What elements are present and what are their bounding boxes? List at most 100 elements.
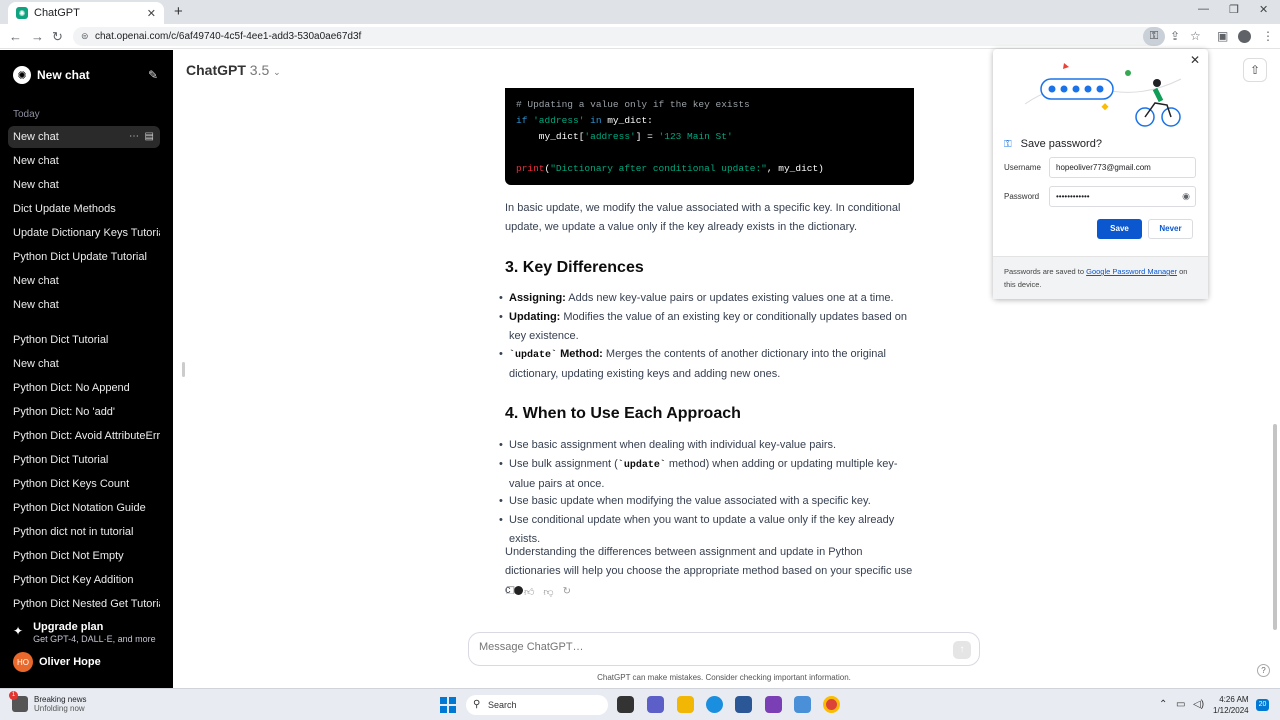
profile-avatar-icon[interactable]: [1238, 30, 1251, 43]
password-manager-link[interactable]: Google Password Manager: [1086, 267, 1177, 276]
sidebar-chat-item[interactable]: Python Dict: No 'add': [8, 401, 160, 423]
password-key-icon[interactable]: ⚿: [1143, 27, 1165, 46]
list-item: Use basic assignment when dealing with i…: [499, 436, 915, 455]
user-menu-button[interactable]: HO Oliver Hope: [13, 652, 101, 672]
search-icon: ⚲: [473, 699, 481, 710]
news-icon: 1: [9, 691, 28, 712]
sidebar-chat-item[interactable]: Python Dict Update Tutorial: [8, 246, 160, 268]
key-icon: ⚿: [1004, 138, 1012, 150]
reload-button[interactable]: ↻: [52, 29, 63, 45]
sidebar-chat-item[interactable]: Python Dict Nested Get Tutorial: [8, 593, 160, 615]
regenerate-icon[interactable]: ↻: [563, 586, 571, 598]
browser-tab[interactable]: ✺ ChatGPT ✕: [8, 2, 164, 24]
store-icon[interactable]: [735, 696, 752, 713]
send-button[interactable]: ↑: [953, 641, 971, 659]
username-field[interactable]: hopeoliver773@gmail.com: [1049, 157, 1196, 178]
sidebar-chat-item[interactable]: Python Dict Tutorial: [8, 449, 160, 471]
back-button[interactable]: ←: [9, 29, 22, 44]
sidebar-chat-item[interactable]: New chat: [8, 174, 160, 196]
sidebar-chat-item[interactable]: Python Dict Keys Count: [8, 473, 160, 495]
never-button[interactable]: Never: [1148, 219, 1193, 239]
sidebar-chat-item[interactable]: Python Dict Not Empty: [8, 545, 160, 567]
chevron-down-icon: ⌄: [273, 67, 281, 77]
sidebar-chat-item[interactable]: Python Dict Key Addition: [8, 569, 160, 591]
sidebar-chat-item[interactable]: Python Dict Notation Guide: [8, 497, 160, 519]
bookmark-star-icon[interactable]: ☆: [1190, 29, 1201, 43]
windows-start-icon[interactable]: [440, 697, 456, 713]
avatar: HO: [13, 652, 33, 672]
new-chat-button[interactable]: ✺ New chat ✎: [13, 65, 158, 85]
sidebar-chat-item[interactable]: Update Dictionary Keys Tutorial: [8, 222, 160, 244]
notification-badge[interactable]: 20: [1256, 699, 1269, 711]
sidebar-chat-item[interactable]: Python Dict: No Append: [8, 377, 160, 399]
url-field[interactable]: ⊜ chat.openai.com/c/6af49740-4c5f-4ee1-a…: [73, 27, 1163, 46]
chatgpt-favicon-icon: ✺: [16, 7, 28, 19]
message-input[interactable]: [479, 641, 939, 653]
response-paragraph: In basic update, we modify the value ass…: [505, 202, 901, 233]
chat-options-icon[interactable]: ⋯ ▤: [129, 126, 154, 148]
show-password-icon[interactable]: ◉: [1182, 187, 1190, 206]
news-widget[interactable]: 1 Breaking news Unfolding now: [9, 691, 86, 713]
sidebar-resize-handle[interactable]: [182, 362, 185, 377]
news-badge: 1: [9, 691, 18, 700]
taskbar-search[interactable]: ⚲ Search: [466, 695, 608, 715]
share-chat-icon[interactable]: ⇧: [1243, 58, 1267, 82]
sidebar-chat-item[interactable]: New chat: [8, 270, 160, 292]
password-field[interactable]: •••••••••••• ◉: [1049, 186, 1196, 207]
code-line: print("Dictionary after conditional upda…: [516, 163, 824, 174]
network-icon[interactable]: ▭: [1176, 699, 1185, 710]
file-explorer-icon[interactable]: [677, 696, 694, 713]
volume-icon[interactable]: ◁): [1193, 699, 1204, 710]
side-panel-icon[interactable]: ▣: [1217, 29, 1228, 43]
message-actions: ❐ 👍︎ 👎︎ ↻: [506, 586, 571, 598]
code-block: # Updating a value only if the key exist…: [505, 88, 914, 185]
sidebar-chat-item[interactable]: Python dict not in tutorial: [8, 521, 160, 543]
upgrade-plan-button[interactable]: ✦ Upgrade plan Get GPT-4, DALL·E, and mo…: [13, 621, 156, 644]
sidebar-chat-item[interactable]: New chat: [8, 353, 160, 375]
site-info-icon[interactable]: ⊜: [81, 27, 89, 46]
app-icon[interactable]: [765, 696, 782, 713]
clock[interactable]: 4:26 AM 1/12/2024: [1213, 694, 1249, 716]
window-close-icon[interactable]: ✕: [1259, 3, 1268, 16]
edge-icon[interactable]: [706, 696, 723, 713]
chat-title: New chat: [13, 131, 59, 143]
upgrade-title: Upgrade plan: [33, 621, 104, 633]
teams-icon[interactable]: [647, 696, 664, 713]
compose-icon[interactable]: ✎: [148, 68, 158, 82]
app-icon[interactable]: [794, 696, 811, 713]
browser-tab-bar: ✺ ChatGPT ✕ + — ❐ ✕: [0, 0, 1280, 24]
tray-chevron-icon[interactable]: ⌃: [1159, 699, 1167, 710]
code-line: my_dict['address'] = '123 Main St': [516, 131, 733, 142]
copy-icon[interactable]: ❐: [506, 586, 515, 598]
tab-title: ChatGPT: [34, 7, 80, 19]
minimize-icon[interactable]: —: [1198, 3, 1209, 15]
model-selector[interactable]: ChatGPT 3.5 ⌄: [186, 62, 281, 78]
address-toolbar: ← → ↻ ⊜ chat.openai.com/c/6af49740-4c5f-…: [0, 24, 1280, 49]
help-button[interactable]: ?: [1257, 664, 1270, 677]
openai-logo-icon: ✺: [13, 66, 31, 84]
task-view-icon[interactable]: [617, 696, 634, 713]
sidebar-chat-item[interactable]: New chat: [8, 294, 160, 316]
thumbs-up-icon[interactable]: 👍︎: [524, 586, 534, 598]
forward-button[interactable]: →: [31, 29, 44, 44]
sidebar-chat-item[interactable]: New chat ⋯ ▤: [8, 126, 160, 148]
sidebar-chat-item[interactable]: Python Dict: Avoid AttributeError: [8, 425, 160, 447]
share-page-icon[interactable]: ⇪: [1170, 29, 1180, 43]
close-icon[interactable]: ✕: [1190, 53, 1200, 67]
sidebar-chat-item[interactable]: New chat: [8, 150, 160, 172]
code-line: # Updating a value only if the key exist…: [516, 99, 750, 110]
scrollbar[interactable]: [1273, 424, 1277, 630]
maximize-icon[interactable]: ❐: [1229, 3, 1239, 16]
password-illustration-icon: [1024, 63, 1182, 127]
tab-close-icon[interactable]: ✕: [147, 7, 156, 20]
sidebar-chat-item[interactable]: Python Dict Tutorial: [8, 329, 160, 351]
save-button[interactable]: Save: [1097, 219, 1142, 239]
chrome-icon[interactable]: [823, 696, 840, 713]
list-item: Updating: Modifies the value of an exist…: [499, 308, 915, 346]
browser-menu-icon[interactable]: ⋮: [1262, 29, 1274, 43]
sidebar-chat-item[interactable]: Dict Update Methods: [8, 198, 160, 220]
list-item: Use basic update when modifying the valu…: [499, 492, 915, 511]
thumbs-down-icon[interactable]: 👎︎: [543, 586, 553, 598]
new-tab-button[interactable]: +: [174, 3, 183, 20]
